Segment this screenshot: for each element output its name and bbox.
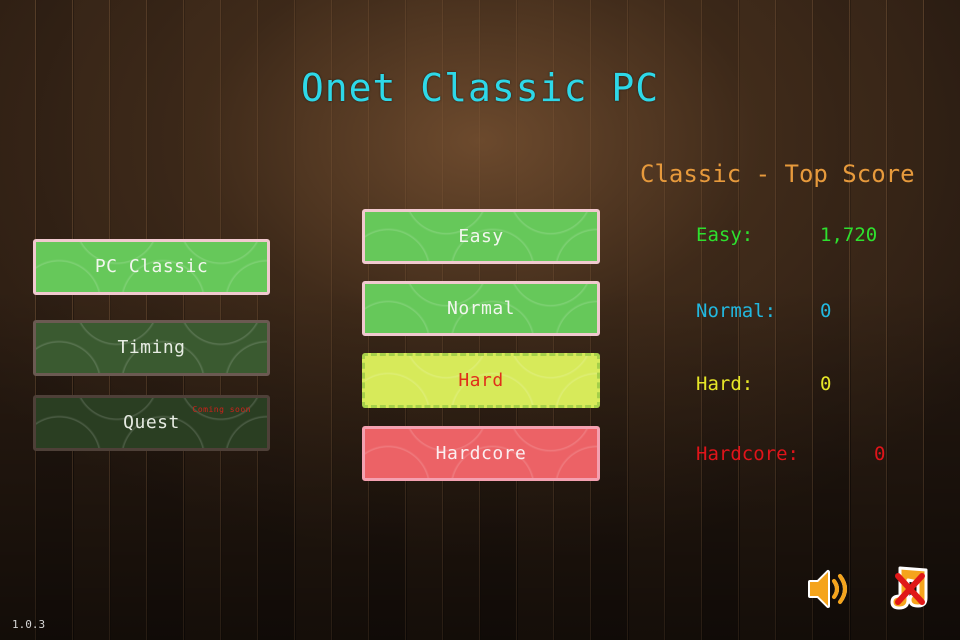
mode-quest-button[interactable]: Coming soon Quest (33, 395, 270, 451)
speaker-icon (808, 570, 847, 608)
score-label: Easy: (696, 224, 754, 246)
difficulty-hard-button[interactable]: Hard (362, 353, 600, 408)
music-toggle-button[interactable] (886, 562, 936, 612)
difficulty-label: Normal (446, 298, 516, 319)
top-score-title: Classic - Top Score (640, 160, 915, 188)
version-label: 1.0.3 (12, 618, 46, 631)
score-value: 1,720 (820, 224, 878, 246)
score-label: Hardcore: (696, 443, 799, 465)
mode-label: PC Classic (94, 256, 209, 277)
score-label: Normal: (696, 300, 777, 322)
score-label: Hard: (696, 373, 754, 395)
difficulty-label: Hard (458, 370, 504, 391)
difficulty-label: Easy (458, 226, 504, 247)
coming-soon-badge: Coming soon (192, 405, 251, 414)
score-row-hardcore: Hardcore: 0 (696, 443, 885, 465)
sound-toggle-button[interactable] (804, 564, 854, 614)
mode-timing-button[interactable]: Timing (33, 320, 270, 376)
score-value: 0 (874, 443, 886, 465)
difficulty-easy-button[interactable]: Easy (362, 209, 600, 264)
game-title: Onet Classic PC (300, 66, 660, 110)
score-value: 0 (820, 373, 832, 395)
score-row-normal: Normal: 0 (696, 300, 831, 322)
score-value: 0 (820, 300, 832, 322)
score-row-easy: Easy: 1,720 (696, 224, 877, 246)
mode-pc-classic-button[interactable]: PC Classic (33, 239, 270, 295)
difficulty-hardcore-button[interactable]: Hardcore (362, 426, 600, 481)
difficulty-label: Hardcore (435, 443, 527, 464)
mode-label: Timing (117, 337, 186, 358)
mode-label: Quest (123, 412, 180, 433)
music-off-icon (890, 566, 928, 610)
score-row-hard: Hard: 0 (696, 373, 831, 395)
difficulty-normal-button[interactable]: Normal (362, 281, 600, 336)
